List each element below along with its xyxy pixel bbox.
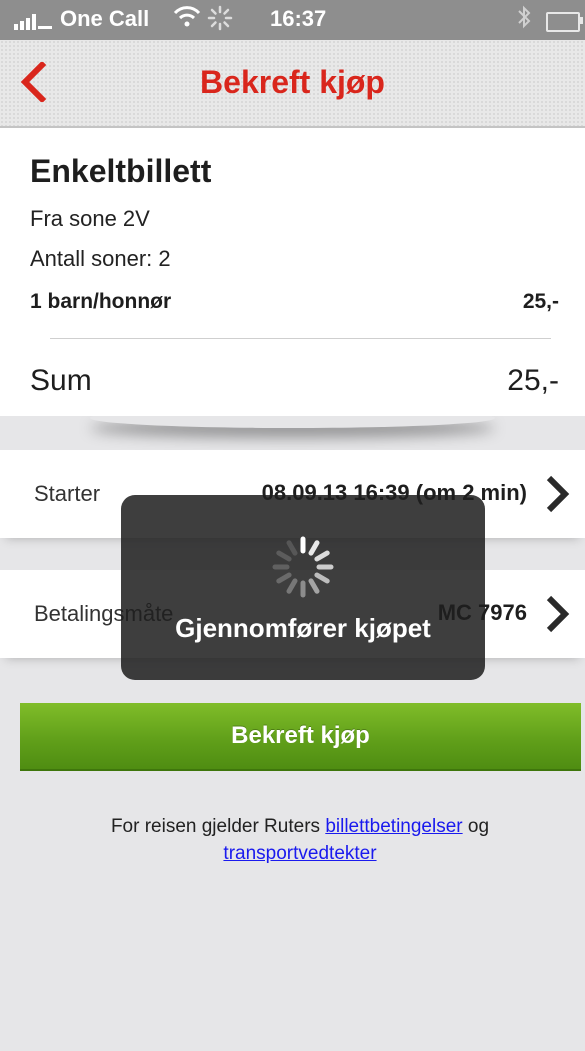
- zone-count: Antall soner: 2: [30, 246, 171, 271]
- signal-icon: [14, 14, 52, 30]
- loading-overlay: Gjennomfører kjøpet: [121, 495, 485, 680]
- ticket-title: Enkeltbillett: [30, 153, 212, 189]
- passenger-price: 25,-: [522, 290, 559, 313]
- zone-from: Fra sone 2V: [30, 206, 150, 231]
- chevron-right-icon: [546, 595, 570, 633]
- bluetooth-icon: [516, 4, 532, 36]
- sum-label: Sum: [30, 364, 92, 397]
- carrier-name: One Call: [60, 6, 150, 31]
- ticket-summary-card: Enkeltbillett Fra sone 2V Antall soner: …: [0, 128, 585, 416]
- loading-message: Gjennomfører kjøpet: [175, 613, 431, 643]
- terms-middle: og: [462, 816, 490, 837]
- confirm-purchase-button[interactable]: Bekreft kjøp: [20, 703, 581, 771]
- wifi-icon: [173, 4, 201, 34]
- spinner-icon: [272, 536, 334, 598]
- battery-tip: [579, 17, 583, 24]
- activity-icon: [207, 5, 233, 37]
- terms-link-regulations[interactable]: transportvedtekter: [223, 843, 376, 864]
- navigation-bar: Bekreft kjøp: [0, 40, 585, 128]
- divider: [50, 338, 551, 339]
- sum-value: 25,-: [507, 364, 559, 397]
- chevron-right-icon: [546, 475, 570, 513]
- passenger-type: 1 barn/honnør: [30, 290, 172, 313]
- status-bar: One Call 16:37: [0, 0, 585, 40]
- terms-link-conditions[interactable]: billettbetingelser: [325, 816, 462, 837]
- terms-prefix: For reisen gjelder Ruters: [110, 816, 326, 837]
- start-time-label: Starter: [34, 481, 101, 506]
- clock: 16:37: [270, 6, 327, 31]
- terms-text: For reisen gjelder Ruters billettbetinge…: [20, 813, 580, 867]
- page-title: Bekreft kjøp: [200, 64, 385, 100]
- battery-icon: [546, 12, 580, 32]
